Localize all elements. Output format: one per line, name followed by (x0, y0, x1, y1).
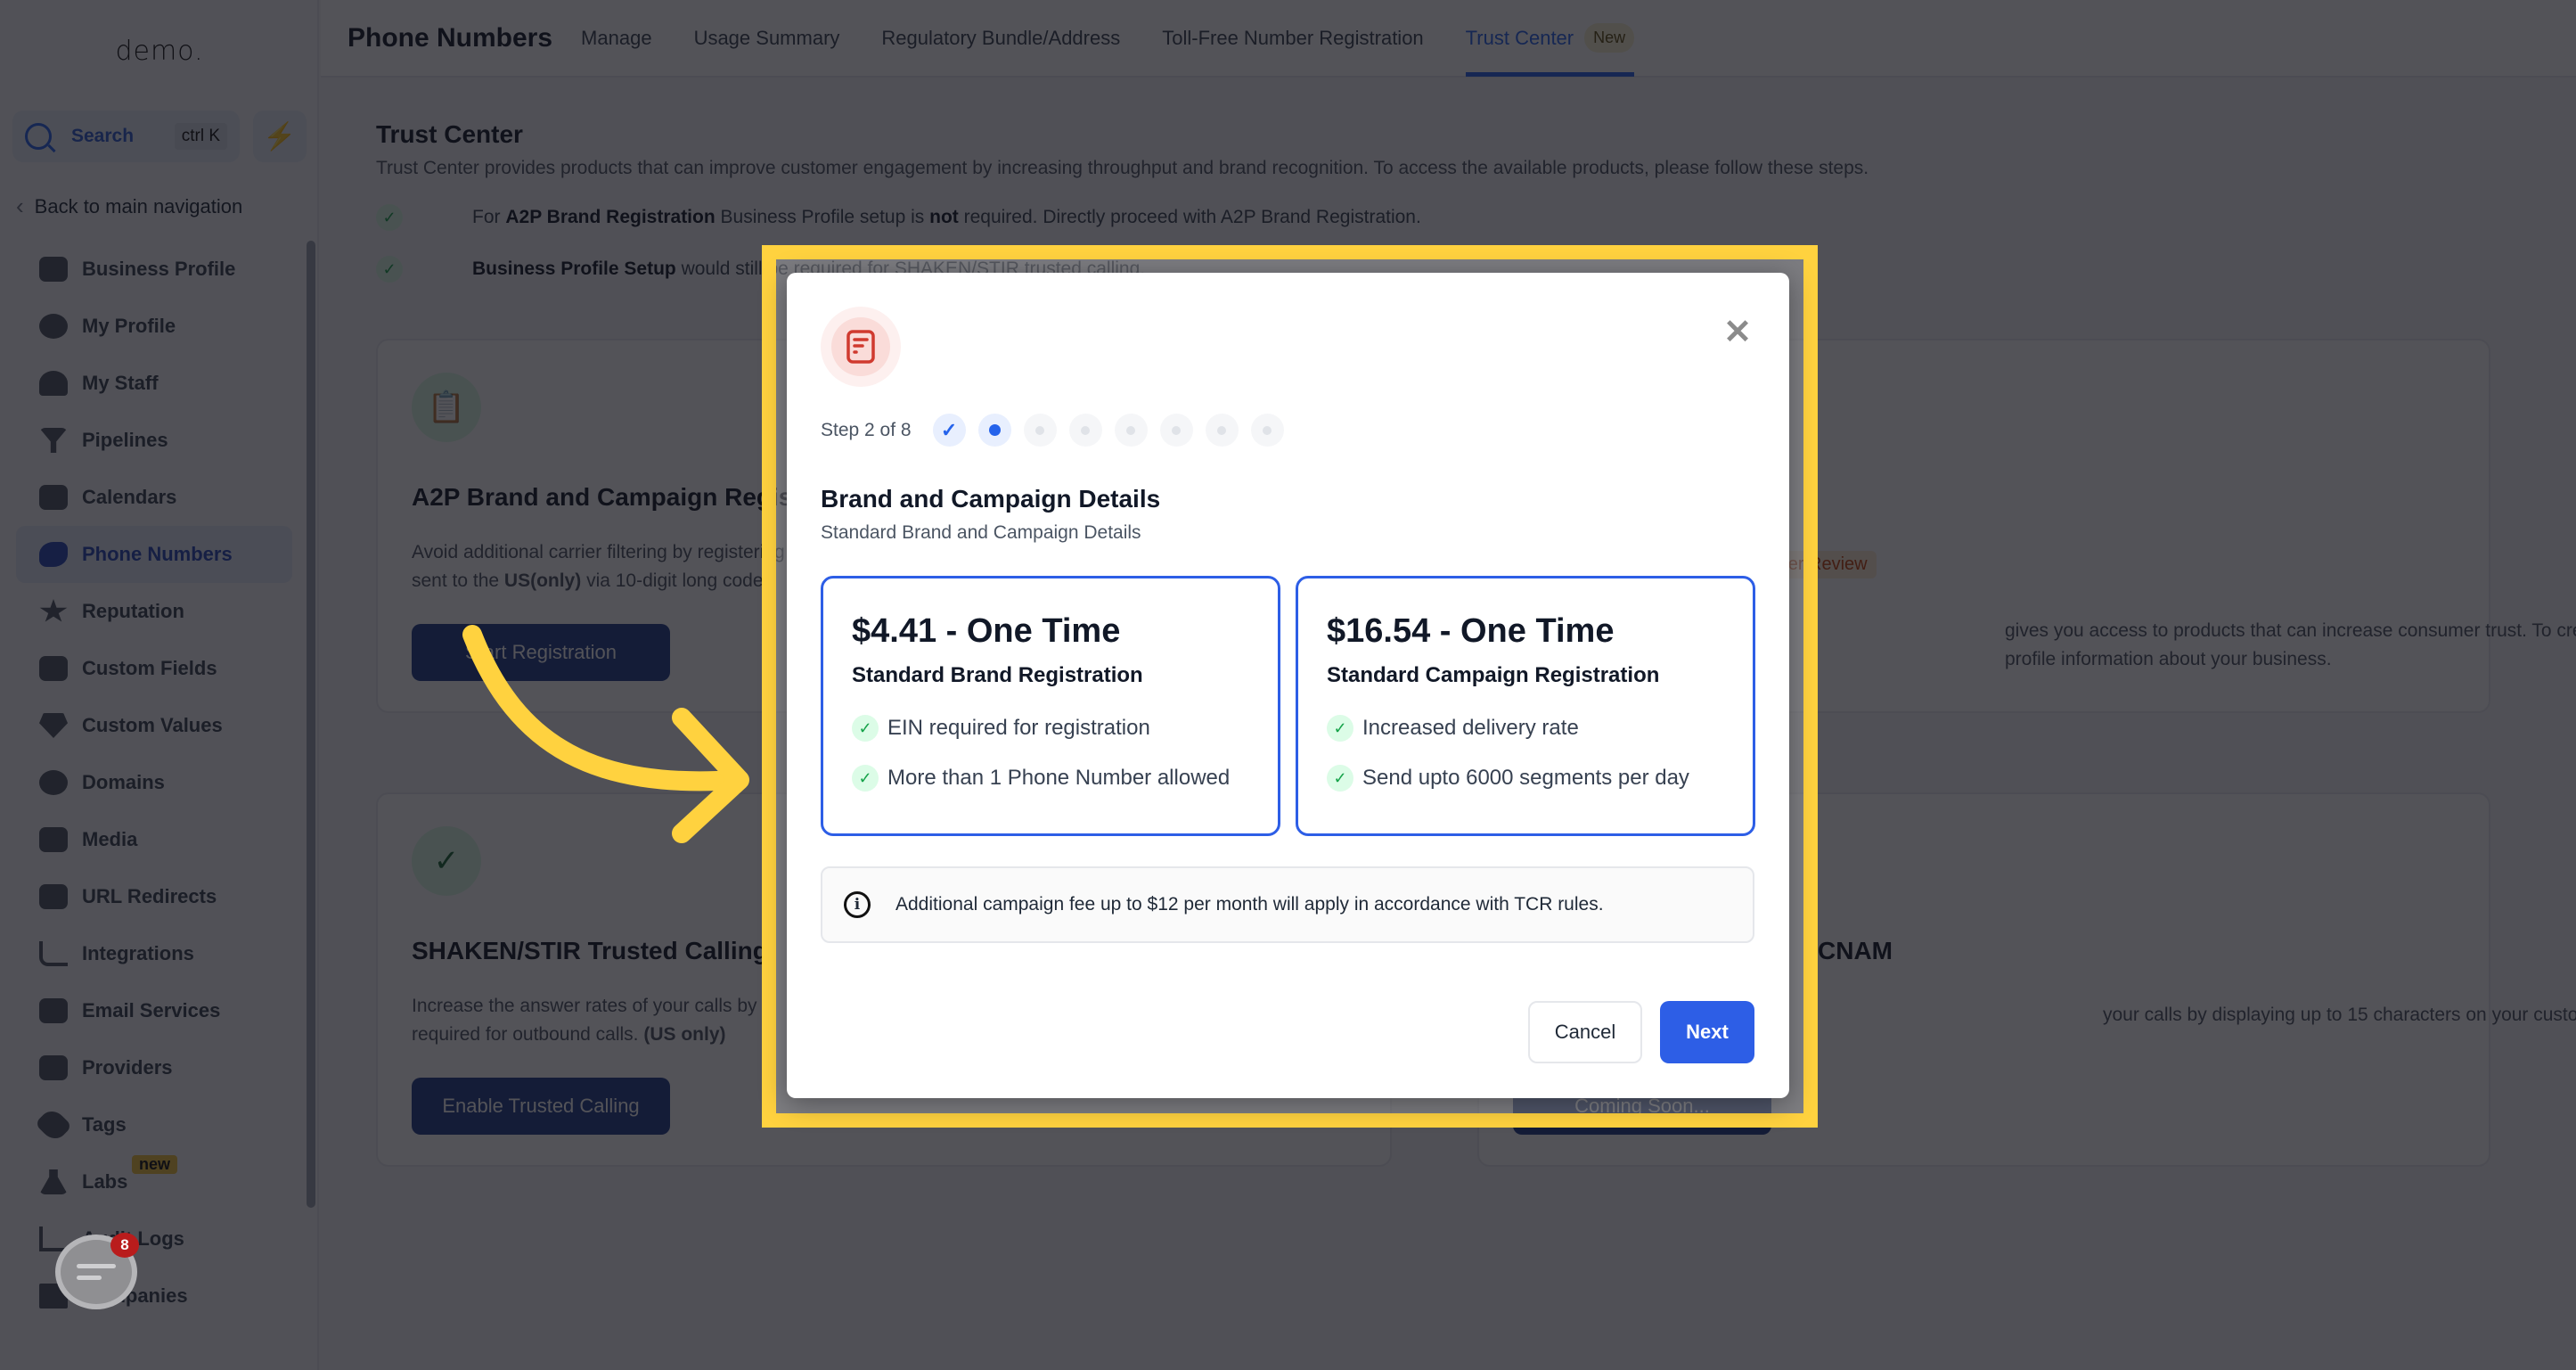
check-icon: ✓ (940, 418, 958, 441)
check-icon: ✓ (1327, 715, 1353, 742)
step-dot-current (977, 414, 1011, 447)
modal-subtitle: Standard Brand and Campaign Details (821, 522, 1141, 543)
plan-feature: ✓ Send upto 6000 segments per day (1327, 765, 1724, 792)
plan-options: $4.41 - One Time Standard Brand Registra… (821, 576, 1755, 836)
plan-feature: ✓ EIN required for registration (852, 715, 1249, 742)
plan-card-brand[interactable]: $4.41 - One Time Standard Brand Registra… (821, 576, 1280, 836)
cancel-button[interactable]: Cancel (1528, 1001, 1642, 1063)
step-dot (1205, 414, 1239, 447)
brand-campaign-modal: ✕ Step 2 of 8 ✓ Brand and Campaign Detai… (787, 273, 1789, 1098)
chat-icon (77, 1264, 116, 1268)
notification-badge: 8 (110, 1233, 139, 1258)
plan-feature: ✓ Increased delivery rate (1327, 715, 1724, 742)
modal-icon-badge (821, 307, 901, 387)
document-icon (846, 330, 875, 364)
plan-name: Standard Campaign Registration (1327, 663, 1660, 687)
plan-name: Standard Brand Registration (852, 663, 1143, 687)
check-icon: ✓ (1327, 765, 1353, 792)
step-label: Step 2 of 8 (821, 419, 912, 440)
close-button[interactable]: ✕ (1723, 312, 1752, 352)
step-dot (1023, 414, 1057, 447)
check-icon: ✓ (852, 765, 879, 792)
notice-text: Additional campaign fee up to $12 per mo… (895, 894, 1604, 915)
step-dot-completed: ✓ (932, 414, 966, 447)
annotation-arrow-icon (462, 625, 749, 843)
plan-card-campaign[interactable]: $16.54 - One Time Standard Campaign Regi… (1296, 576, 1755, 836)
plan-price: $4.41 - One Time (852, 612, 1121, 650)
check-icon: ✓ (852, 715, 879, 742)
step-indicator: Step 2 of 8 ✓ (821, 414, 1296, 447)
info-icon: i (844, 891, 871, 918)
plan-price: $16.54 - One Time (1327, 612, 1615, 650)
modal-title: Brand and Campaign Details (821, 485, 1161, 513)
plan-feature: ✓ More than 1 Phone Number allowed (852, 765, 1249, 792)
fee-notice: i Additional campaign fee up to $12 per … (821, 866, 1754, 943)
step-dot (1068, 414, 1102, 447)
close-icon: ✕ (1723, 314, 1752, 351)
step-dot (1159, 414, 1193, 447)
step-dot (1250, 414, 1284, 447)
step-dot (1114, 414, 1148, 447)
next-button[interactable]: Next (1660, 1001, 1754, 1063)
